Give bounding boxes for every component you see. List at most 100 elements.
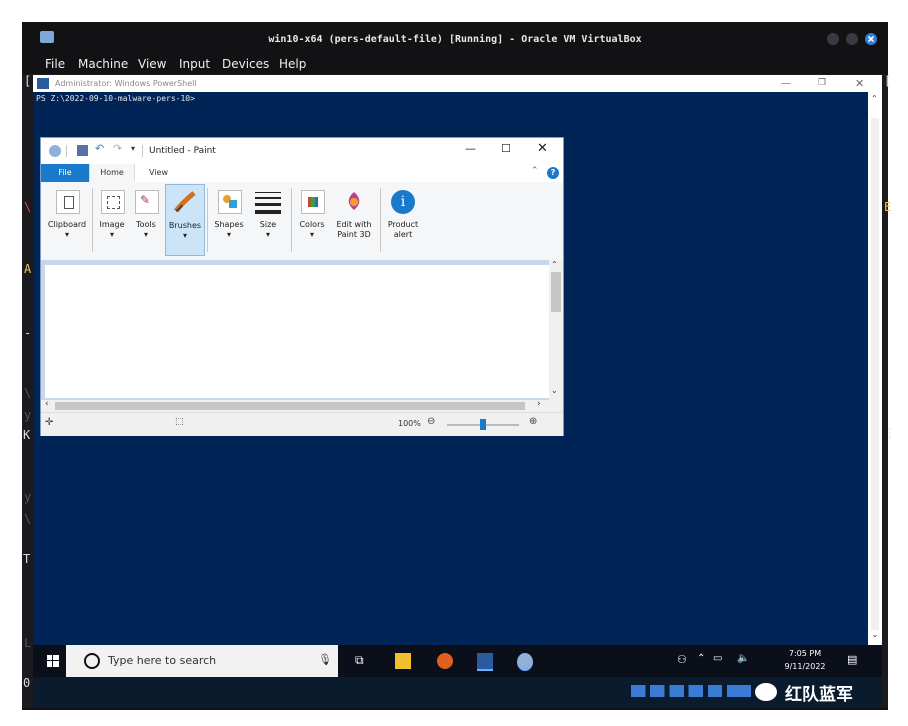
gutter-char: E	[884, 200, 892, 214]
paint-maximize-icon[interactable]: ☐	[501, 142, 511, 155]
vm-status-icons[interactable]	[631, 685, 751, 697]
chevron-down-icon: ▾	[64, 230, 69, 239]
brushes-button[interactable]: Brushes ▾	[165, 184, 205, 256]
scroll-down-icon[interactable]: ⌄	[868, 630, 882, 644]
scroll-right-icon[interactable]: ›	[537, 399, 541, 409]
paint3d-label-line2: Paint 3D	[337, 230, 371, 239]
powershell-titlebar[interactable]: Administrator: Windows PowerShell — ❐ ✕	[33, 75, 882, 92]
collapse-ribbon-icon[interactable]: ⌃	[531, 166, 539, 176]
save-icon[interactable]	[77, 145, 88, 156]
scroll-up-icon[interactable]: ⌃	[871, 94, 878, 103]
vertical-scrollbar[interactable]: ⌃ ⌄	[549, 260, 563, 400]
notifications-icon[interactable]: ▤	[847, 653, 857, 666]
gutter-char: [	[24, 74, 32, 88]
clipboard-label: Clipboard	[47, 220, 87, 229]
chevron-down-icon: ▾	[182, 231, 187, 240]
paint-taskbar-icon[interactable]	[517, 653, 533, 671]
cursor-position-icon: ✛	[45, 417, 54, 428]
paint-close-icon[interactable]: ✕	[537, 141, 548, 156]
paint3d-label-line1: Edit with	[336, 220, 372, 229]
clock-time: 7:05 PM	[788, 649, 822, 658]
ps-restore-icon[interactable]: ❐	[818, 75, 826, 92]
tab-file[interactable]: File	[41, 164, 89, 182]
zoom-level: 100%	[398, 419, 421, 428]
gutter-char: T	[23, 552, 31, 566]
paint-statusbar: ✛ ⬚ 100% ⊖ ⊕	[41, 412, 563, 436]
shapes-label: Shapes	[214, 220, 244, 229]
clock[interactable]: 7:05 PM 9/11/2022	[781, 647, 829, 673]
windows-start-icon[interactable]	[47, 655, 59, 667]
microphone-icon[interactable]: 🎙	[318, 653, 332, 666]
colors-label: Colors	[299, 220, 325, 229]
size-button[interactable]: Size ▾	[253, 186, 283, 254]
menu-input[interactable]: Input	[179, 54, 210, 74]
scroll-down-icon[interactable]: ⌄	[551, 386, 558, 395]
menu-file[interactable]: File	[45, 54, 65, 74]
taskbar-search[interactable]: Type here to search 🎙	[66, 645, 338, 677]
edit-with-paint3d-button[interactable]: Edit with Paint 3D	[331, 186, 377, 254]
gutter-char: \	[24, 512, 32, 526]
task-view-icon[interactable]: ⧉	[355, 653, 371, 669]
close-button[interactable]	[865, 33, 877, 45]
minimize-button[interactable]	[827, 33, 839, 45]
shapes-button[interactable]: Shapes ▾	[211, 186, 247, 254]
powershell-prompt[interactable]: PS Z:\2022-09-10-malware-pers-10>	[36, 94, 195, 103]
network-icon[interactable]: ▭	[713, 653, 722, 664]
paint-titlebar[interactable]: ↶ ↷ ▾ Untitled - Paint — ☐ ✕	[41, 138, 563, 164]
clipboard-icon	[56, 190, 80, 214]
zoom-out-icon[interactable]: ⊖	[427, 416, 435, 427]
watermark-text: 红队蓝军	[785, 685, 853, 705]
colors-icon	[301, 190, 325, 214]
file-explorer-icon[interactable]	[395, 653, 411, 669]
volume-icon[interactable]: 🔈	[737, 653, 749, 664]
menu-help[interactable]: Help	[279, 54, 306, 74]
image-button[interactable]: Image ▾	[95, 186, 129, 254]
zoom-slider[interactable]	[447, 419, 519, 430]
redo-icon[interactable]: ↷	[113, 142, 122, 155]
paint-app-icon	[49, 145, 61, 157]
clock-date: 9/11/2022	[784, 662, 826, 671]
scrollbar-thumb[interactable]	[551, 272, 561, 312]
zoom-in-icon[interactable]: ⊕	[529, 416, 537, 427]
virtualbox-titlebar[interactable]: win10-x64 (pers-default-file) [Running] …	[22, 22, 888, 54]
drawing-canvas[interactable]	[45, 265, 549, 398]
powershell-scrollbar[interactable]: ⌃	[868, 92, 882, 646]
paint-minimize-icon[interactable]: —	[465, 142, 476, 155]
scroll-left-icon[interactable]: ‹	[45, 399, 49, 409]
scrollbar-track[interactable]	[871, 118, 879, 638]
product-alert-label-line1: Product	[387, 220, 419, 229]
powershell-taskbar-icon[interactable]	[477, 653, 493, 671]
tab-home[interactable]: Home	[89, 164, 135, 182]
paint-ribbon: Clipboard ▾ Image ▾ ✎ Tools ▾ Brushes ▾ …	[41, 182, 563, 261]
horizontal-scrollbar[interactable]: ‹ ›	[41, 399, 563, 412]
gutter-char: ⋮	[884, 426, 896, 440]
size-label: Size	[259, 220, 277, 229]
help-icon[interactable]: ?	[547, 167, 559, 179]
menu-devices[interactable]: Devices	[222, 54, 269, 74]
clipboard-button[interactable]: Clipboard ▾	[45, 186, 89, 254]
paint3d-icon	[343, 190, 365, 212]
menu-view[interactable]: View	[138, 54, 166, 74]
product-alert-button[interactable]: i Product alert	[383, 186, 423, 254]
scroll-up-icon[interactable]: ⌃	[551, 260, 558, 269]
menu-machine[interactable]: Machine	[78, 54, 128, 74]
people-icon[interactable]: ⚇	[677, 653, 687, 666]
chevron-down-icon: ▾	[309, 230, 314, 239]
tools-button[interactable]: ✎ Tools ▾	[131, 186, 161, 254]
scrollbar-thumb[interactable]	[55, 402, 525, 410]
undo-icon[interactable]: ↶	[95, 142, 104, 155]
quick-access-dropdown-icon[interactable]: ▾	[131, 144, 135, 153]
colors-button[interactable]: Colors ▾	[295, 186, 329, 254]
powershell-icon	[37, 78, 49, 89]
firefox-icon[interactable]	[437, 653, 453, 669]
info-icon: i	[391, 190, 415, 214]
chevron-up-icon[interactable]: ⌃	[697, 653, 705, 664]
maximize-button[interactable]	[846, 33, 858, 45]
size-icon	[255, 190, 281, 214]
tab-view[interactable]: View	[149, 164, 168, 182]
separator	[207, 188, 208, 252]
paint-window: ↶ ↷ ▾ Untitled - Paint — ☐ ✕ File Home V…	[40, 137, 564, 436]
ps-close-icon[interactable]: ✕	[855, 75, 864, 92]
ps-minimize-icon[interactable]: —	[781, 75, 791, 92]
zoom-slider-thumb[interactable]	[480, 419, 486, 430]
